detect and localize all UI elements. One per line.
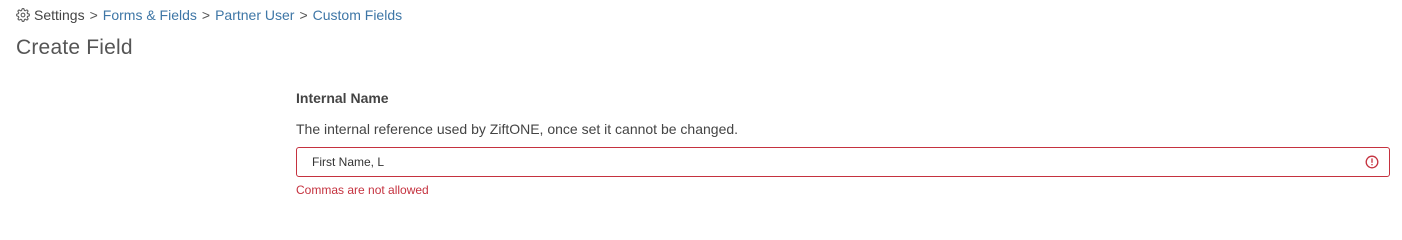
page-title: Create Field xyxy=(16,36,133,59)
breadcrumb-separator: > xyxy=(201,7,211,23)
breadcrumb-separator: > xyxy=(299,7,308,23)
gear-icon xyxy=(16,8,30,22)
internal-name-label: Internal Name xyxy=(296,90,389,106)
internal-name-input-wrapper xyxy=(296,147,1390,177)
breadcrumb-root-settings: Settings xyxy=(34,7,85,23)
alert-circle-icon xyxy=(1365,155,1379,169)
breadcrumb: Settings > Forms & Fields > Partner User… xyxy=(16,6,402,24)
breadcrumb-separator: > xyxy=(89,7,98,23)
breadcrumb-link-forms-fields[interactable]: Forms & Fields xyxy=(103,6,197,24)
breadcrumb-link-partner-user[interactable]: Partner User xyxy=(215,6,294,24)
internal-name-help-text: The internal reference used by ZiftONE, … xyxy=(296,121,739,137)
breadcrumb-link-custom-fields[interactable]: Custom Fields xyxy=(313,6,402,24)
internal-name-field-group: Internal Name The internal reference use… xyxy=(296,88,1392,198)
internal-name-input[interactable] xyxy=(297,148,1389,176)
internal-name-error-message: Commas are not allowed xyxy=(296,183,429,197)
